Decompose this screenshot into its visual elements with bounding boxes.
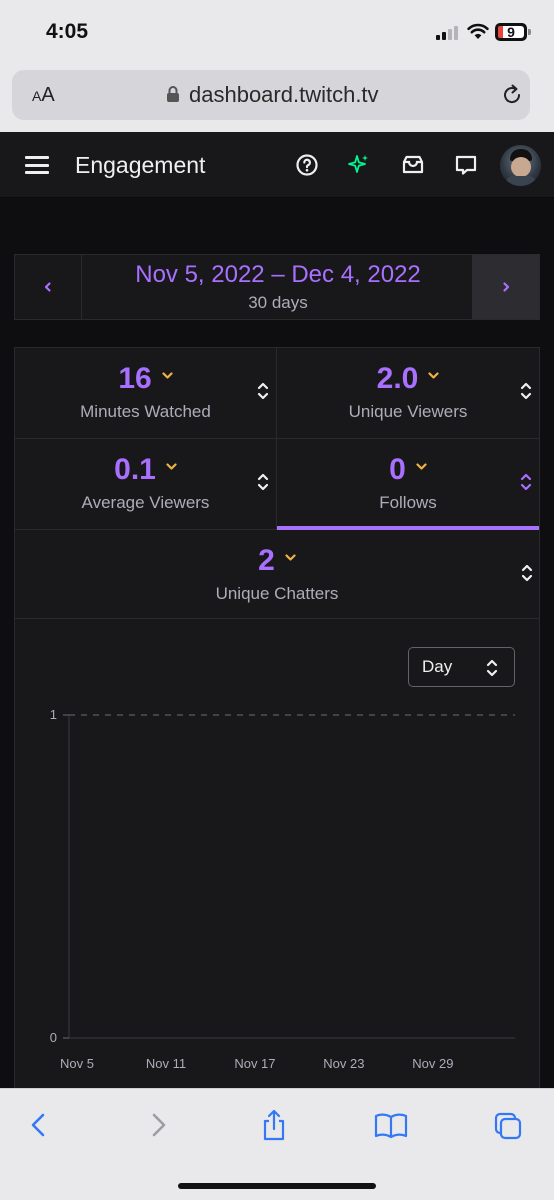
url-text[interactable]: dashboard.twitch.tv [189, 82, 379, 108]
sparkle-icon[interactable] [347, 153, 371, 177]
app-header: Engagement [0, 132, 554, 198]
inbox-icon[interactable] [401, 153, 425, 177]
x-tick-label: Nov 17 [234, 1056, 275, 1071]
menu-icon[interactable] [25, 156, 49, 174]
caret-down-icon [428, 372, 439, 379]
lock-icon [167, 86, 179, 102]
date-range-display[interactable]: Nov 5, 2022 – Dec 4, 2022 30 days [82, 255, 474, 319]
wifi-icon [467, 23, 489, 39]
stat-label: Minutes Watched [80, 402, 211, 421]
home-indicator [178, 1183, 376, 1189]
stat-follows[interactable]: 0 Follows [277, 439, 539, 530]
stat-value: 0 [389, 453, 406, 486]
chevron-right-icon [502, 282, 509, 292]
chart-panel: Day 1 0 Nov 5 Nov 11 Nov 17 Nov 23 Nov 29 [14, 619, 540, 1088]
stat-label: Unique Viewers [348, 402, 468, 421]
date-range-text: Nov 5, 2022 – Dec 4, 2022 [135, 261, 421, 288]
date-range-length: 30 days [248, 293, 308, 312]
battery-icon: 9 [495, 23, 527, 41]
sort-icon [257, 473, 269, 491]
y-tick-label: 0 [50, 1030, 57, 1045]
chevron-left-icon [44, 282, 51, 292]
forward-icon[interactable] [143, 1109, 173, 1141]
granularity-select[interactable]: Day [408, 647, 515, 687]
x-tick-label: Nov 5 [60, 1056, 94, 1071]
status-time: 4:05 [46, 20, 89, 43]
date-range-picker: Nov 5, 2022 – Dec 4, 2022 30 days [14, 254, 540, 320]
tabs-icon[interactable] [493, 1109, 523, 1141]
share-icon[interactable] [259, 1109, 289, 1141]
next-range-button[interactable] [472, 255, 539, 319]
bookmarks-icon[interactable] [373, 1109, 409, 1141]
help-icon[interactable] [295, 153, 319, 177]
x-tick-label: Nov 23 [323, 1056, 364, 1071]
battery-tip [528, 29, 531, 35]
x-tick-label: Nov 11 [146, 1056, 186, 1071]
stat-unique-viewers[interactable]: 2.0 Unique Viewers [277, 348, 539, 439]
whispers-icon[interactable] [454, 153, 478, 177]
stat-label: Follows [379, 493, 437, 512]
stat-label: Unique Chatters [215, 584, 339, 603]
cellular-signal-icon [436, 26, 462, 40]
stat-average-viewers[interactable]: 0.1 Average Viewers [15, 439, 277, 530]
address-bar[interactable]: AA dashboard.twitch.tv [12, 70, 530, 120]
sort-icon [521, 564, 533, 582]
reload-icon[interactable] [500, 83, 524, 107]
stat-value: 16 [118, 362, 152, 395]
y-tick-label: 1 [50, 707, 57, 722]
stat-value: 2.0 [376, 362, 419, 395]
ios-status-area: 4:05 9 AA dashboard.twitch.tv [0, 0, 554, 132]
stat-unique-chatters[interactable]: 2 Unique Chatters [15, 530, 539, 621]
stat-value: 0.1 [114, 453, 156, 486]
granularity-value: Day [422, 657, 453, 676]
caret-down-icon [285, 554, 296, 561]
battery-level: 9 [507, 24, 515, 40]
x-tick-label: Nov 29 [412, 1056, 453, 1071]
engagement-content: Nov 5, 2022 – Dec 4, 2022 30 days 16 Min… [0, 199, 554, 1088]
previous-range-button[interactable] [15, 255, 82, 319]
caret-down-icon [162, 372, 173, 379]
caret-down-icon [416, 463, 427, 470]
stat-value: 2 [258, 544, 275, 577]
user-avatar[interactable] [500, 145, 541, 186]
engagement-chart: 1 0Nov 5 Nov 11 Nov 17 Nov 23 Nov 29 [50, 707, 515, 1071]
sort-icon [520, 473, 532, 491]
caret-down-icon [166, 463, 177, 470]
stats-grid: 16 Minutes Watched 2.0 Unique Viewers 0.… [14, 347, 540, 619]
back-icon[interactable] [24, 1109, 54, 1141]
select-arrows-icon [486, 659, 498, 677]
safari-toolbar [0, 1088, 554, 1200]
sort-icon [257, 382, 269, 400]
sort-icon [520, 382, 532, 400]
stat-minutes-watched[interactable]: 16 Minutes Watched [15, 348, 277, 439]
page-title: Engagement [75, 152, 206, 178]
reader-text-size-button[interactable]: AA [32, 84, 55, 107]
stat-label: Average Viewers [81, 493, 210, 512]
